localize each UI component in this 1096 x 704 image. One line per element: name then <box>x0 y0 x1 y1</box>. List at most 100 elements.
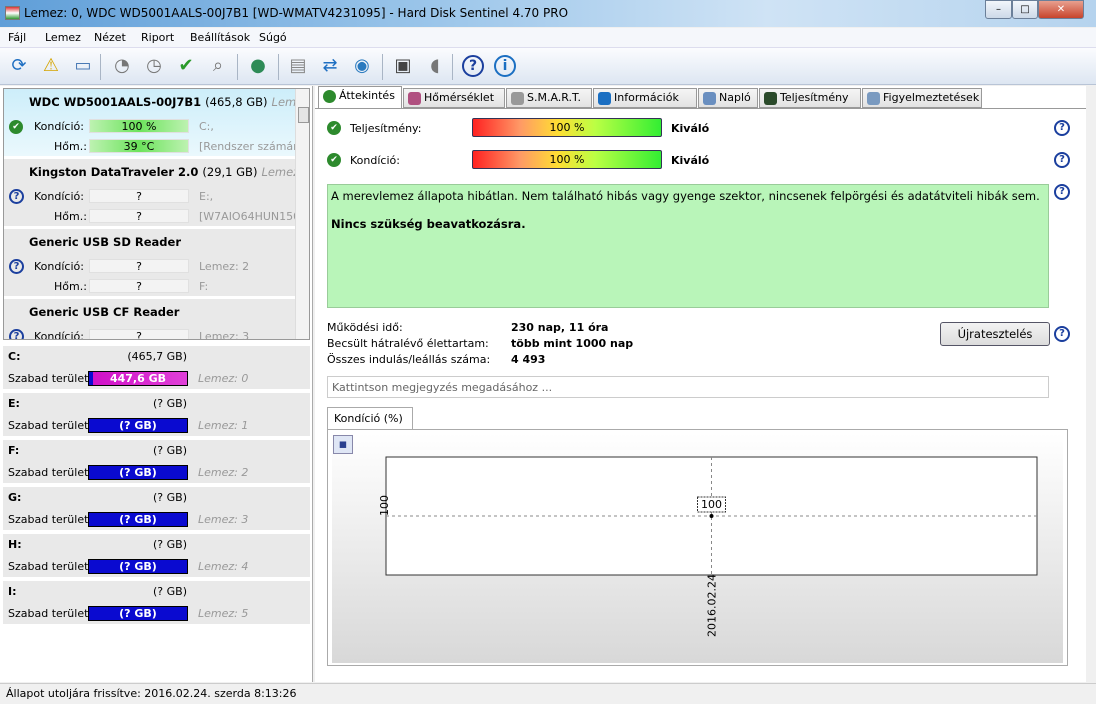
disk-timer-icon[interactable]: ◷ <box>141 53 167 79</box>
free-space-bar: (? GB) <box>88 418 188 433</box>
menu-bar: Fájl Lemez Nézet Riport Beállítások Súgó <box>0 28 1096 48</box>
tab-info[interactable]: Információk <box>593 88 697 108</box>
title-bar: Lemez: 0, WDC WD5001AALS-00J7B1 [WD-WMAT… <box>0 0 1096 27</box>
disk-list-scrollbar[interactable] <box>295 89 309 339</box>
partition-item[interactable]: C: (465,7 GB) Szabad terület 447,6 GB Lemez:… <box>3 346 310 391</box>
disk-model: WDC WD5001AALS-00J7B1 <box>29 95 202 109</box>
health-label: Kondíció: <box>34 260 84 273</box>
menu-3[interactable]: Riport <box>141 31 174 44</box>
status-unknown-icon: ? <box>9 189 24 204</box>
disk-ok-icon[interactable]: ✔ <box>173 53 199 79</box>
tab-thermometer[interactable]: Hőmérséklet <box>403 88 505 108</box>
health-chart: 2016.02.24 100 100 <box>378 456 1038 637</box>
help-icon[interactable]: ? <box>462 55 484 77</box>
disk-model: Kingston DataTraveler 2.0 <box>29 165 199 179</box>
report-icon[interactable]: ▤ <box>285 53 311 79</box>
health-help-icon[interactable]: ? <box>1054 152 1070 168</box>
partition-item[interactable]: I: (? GB) Szabad terület (? GB) Lemez: 5 <box>3 581 310 626</box>
app-logo-icon <box>5 6 20 20</box>
health-label: Kondíció: <box>34 330 84 340</box>
tab-label: Figyelmeztetések <box>883 91 980 104</box>
retest-help-icon[interactable]: ? <box>1054 326 1070 342</box>
performance-meter: 100 % <box>472 118 662 137</box>
partition-item[interactable]: E: (? GB) Szabad terület (? GB) Lemez: 1 <box>3 393 310 438</box>
disk-item[interactable]: Generic USB SD Reader ? Kondíció:? Lemez: … <box>4 229 295 298</box>
partition-size: (? GB) <box>153 538 187 551</box>
drive-letter: I: <box>8 585 17 598</box>
log-icon <box>703 92 716 105</box>
maximize-button[interactable]: □ <box>1012 0 1038 19</box>
minimize-button[interactable]: – <box>985 0 1012 19</box>
note-input[interactable]: Kattintson megjegyzés megadásához ... <box>327 376 1049 398</box>
tab-label: Információk <box>614 91 679 104</box>
network-disk-icon[interactable]: ● <box>245 53 271 79</box>
tab-smart[interactable]: S.M.A.R.T. <box>506 88 592 108</box>
check-icon <box>323 90 336 103</box>
toolbar-separator <box>278 54 279 80</box>
disk-icon[interactable]: ▭ <box>70 53 96 79</box>
sync-icon[interactable]: ⇄ <box>317 53 343 79</box>
partition-size: (? GB) <box>153 444 187 457</box>
sound-icon[interactable]: ◖ <box>422 53 448 79</box>
uptime-label: Működési idő: <box>327 321 403 334</box>
free-space-label: Szabad terület <box>8 513 89 526</box>
action-text: Nincs szükség beavatkozásra. <box>331 217 526 231</box>
partition-item[interactable]: H: (? GB) Szabad terület (? GB) Lemez: 4 <box>3 534 310 579</box>
alert-refresh-icon[interactable]: ⚠ <box>38 53 64 79</box>
disk-item[interactable]: WDC WD5001AALS-00J7B1 (465,8 GB) Lemez: … <box>4 89 309 158</box>
status-unknown-icon: ? <box>9 259 24 274</box>
close-button[interactable]: ✕ <box>1038 0 1084 19</box>
disk-name: Kingston DataTraveler 2.0 (29,1 GB) Leme… <box>29 165 309 179</box>
temp-label: Hőm.: <box>54 210 87 223</box>
partition-item[interactable]: G: (? GB) Szabad terület (? GB) Lemez: 3 <box>3 487 310 532</box>
partition-disk-index: Lemez: 0 <box>198 372 249 385</box>
tab-log[interactable]: Napló <box>698 88 758 108</box>
status-ok-icon: ✔ <box>9 120 23 134</box>
performance-ok-icon: ✔ <box>327 121 341 135</box>
health-ok-icon: ✔ <box>327 153 341 167</box>
health-label: Kondíció: <box>34 120 84 133</box>
tab-chart-health[interactable]: Kondíció (%) <box>327 407 413 430</box>
thermometer-icon <box>408 92 421 105</box>
scroll-thumb[interactable] <box>298 107 309 123</box>
partition-size: (? GB) <box>153 491 187 504</box>
menu-4[interactable]: Beállítások <box>190 31 250 44</box>
disk-item[interactable]: Generic USB CF Reader ? Kondíció:? Lemez: … <box>4 299 295 340</box>
info-icon <box>598 92 611 105</box>
tab-check[interactable]: Áttekintés <box>318 86 402 108</box>
info-icon[interactable]: i <box>494 55 516 77</box>
disk-speed-icon[interactable]: ◔ <box>109 53 135 79</box>
status-help-icon[interactable]: ? <box>1054 184 1070 200</box>
disk-model: Generic USB CF Reader <box>29 305 180 319</box>
disk-extra-1: Lemez: 2 <box>199 260 250 273</box>
gauge-icon <box>764 92 777 105</box>
refresh-icon[interactable]: ⟳ <box>6 53 32 79</box>
tab-gauge[interactable]: Teljesítmény <box>759 88 861 108</box>
alerts-icon <box>867 92 880 105</box>
menu-2[interactable]: Nézet <box>94 31 126 44</box>
performance-help-icon[interactable]: ? <box>1054 120 1070 136</box>
data-label: 100 <box>701 498 722 511</box>
remaining-life-label: Becsült hátralévő élettartam: <box>327 337 489 350</box>
partition-size: (465,7 GB) <box>127 350 187 363</box>
health-bar: 100 % <box>89 119 189 133</box>
health-bar: ? <box>89 189 189 203</box>
retest-button[interactable]: Újratesztelés <box>940 322 1050 346</box>
start-stop-label: Összes indulás/leállás száma: <box>327 353 491 366</box>
tab-label: Hőmérséklet <box>424 91 495 104</box>
disk-search-icon[interactable]: ⌕ <box>205 53 231 79</box>
computer-tools-icon[interactable]: ▣ <box>390 53 416 79</box>
menu-1[interactable]: Lemez <box>45 31 81 44</box>
disk-extra-1: Lemez: 3 <box>199 330 250 340</box>
left-panel: WDC WD5001AALS-00J7B1 (465,8 GB) Lemez: … <box>0 86 313 682</box>
menu-5[interactable]: Súgó <box>259 31 287 44</box>
data-point <box>709 514 714 518</box>
x-tick-label: 2016.02.24 <box>706 574 719 637</box>
partition-item[interactable]: F: (? GB) Szabad terület (? GB) Lemez: 2 <box>3 440 310 485</box>
tab-alerts[interactable]: Figyelmeztetések <box>862 88 982 108</box>
disk-item[interactable]: Kingston DataTraveler 2.0 (29,1 GB) Leme… <box>4 159 309 228</box>
network-icon[interactable]: ◉ <box>349 53 375 79</box>
menu-0[interactable]: Fájl <box>8 31 26 44</box>
window-title: Lemez: 0, WDC WD5001AALS-00J7B1 [WD-WMAT… <box>24 6 569 20</box>
temp-bar: ? <box>89 209 189 223</box>
